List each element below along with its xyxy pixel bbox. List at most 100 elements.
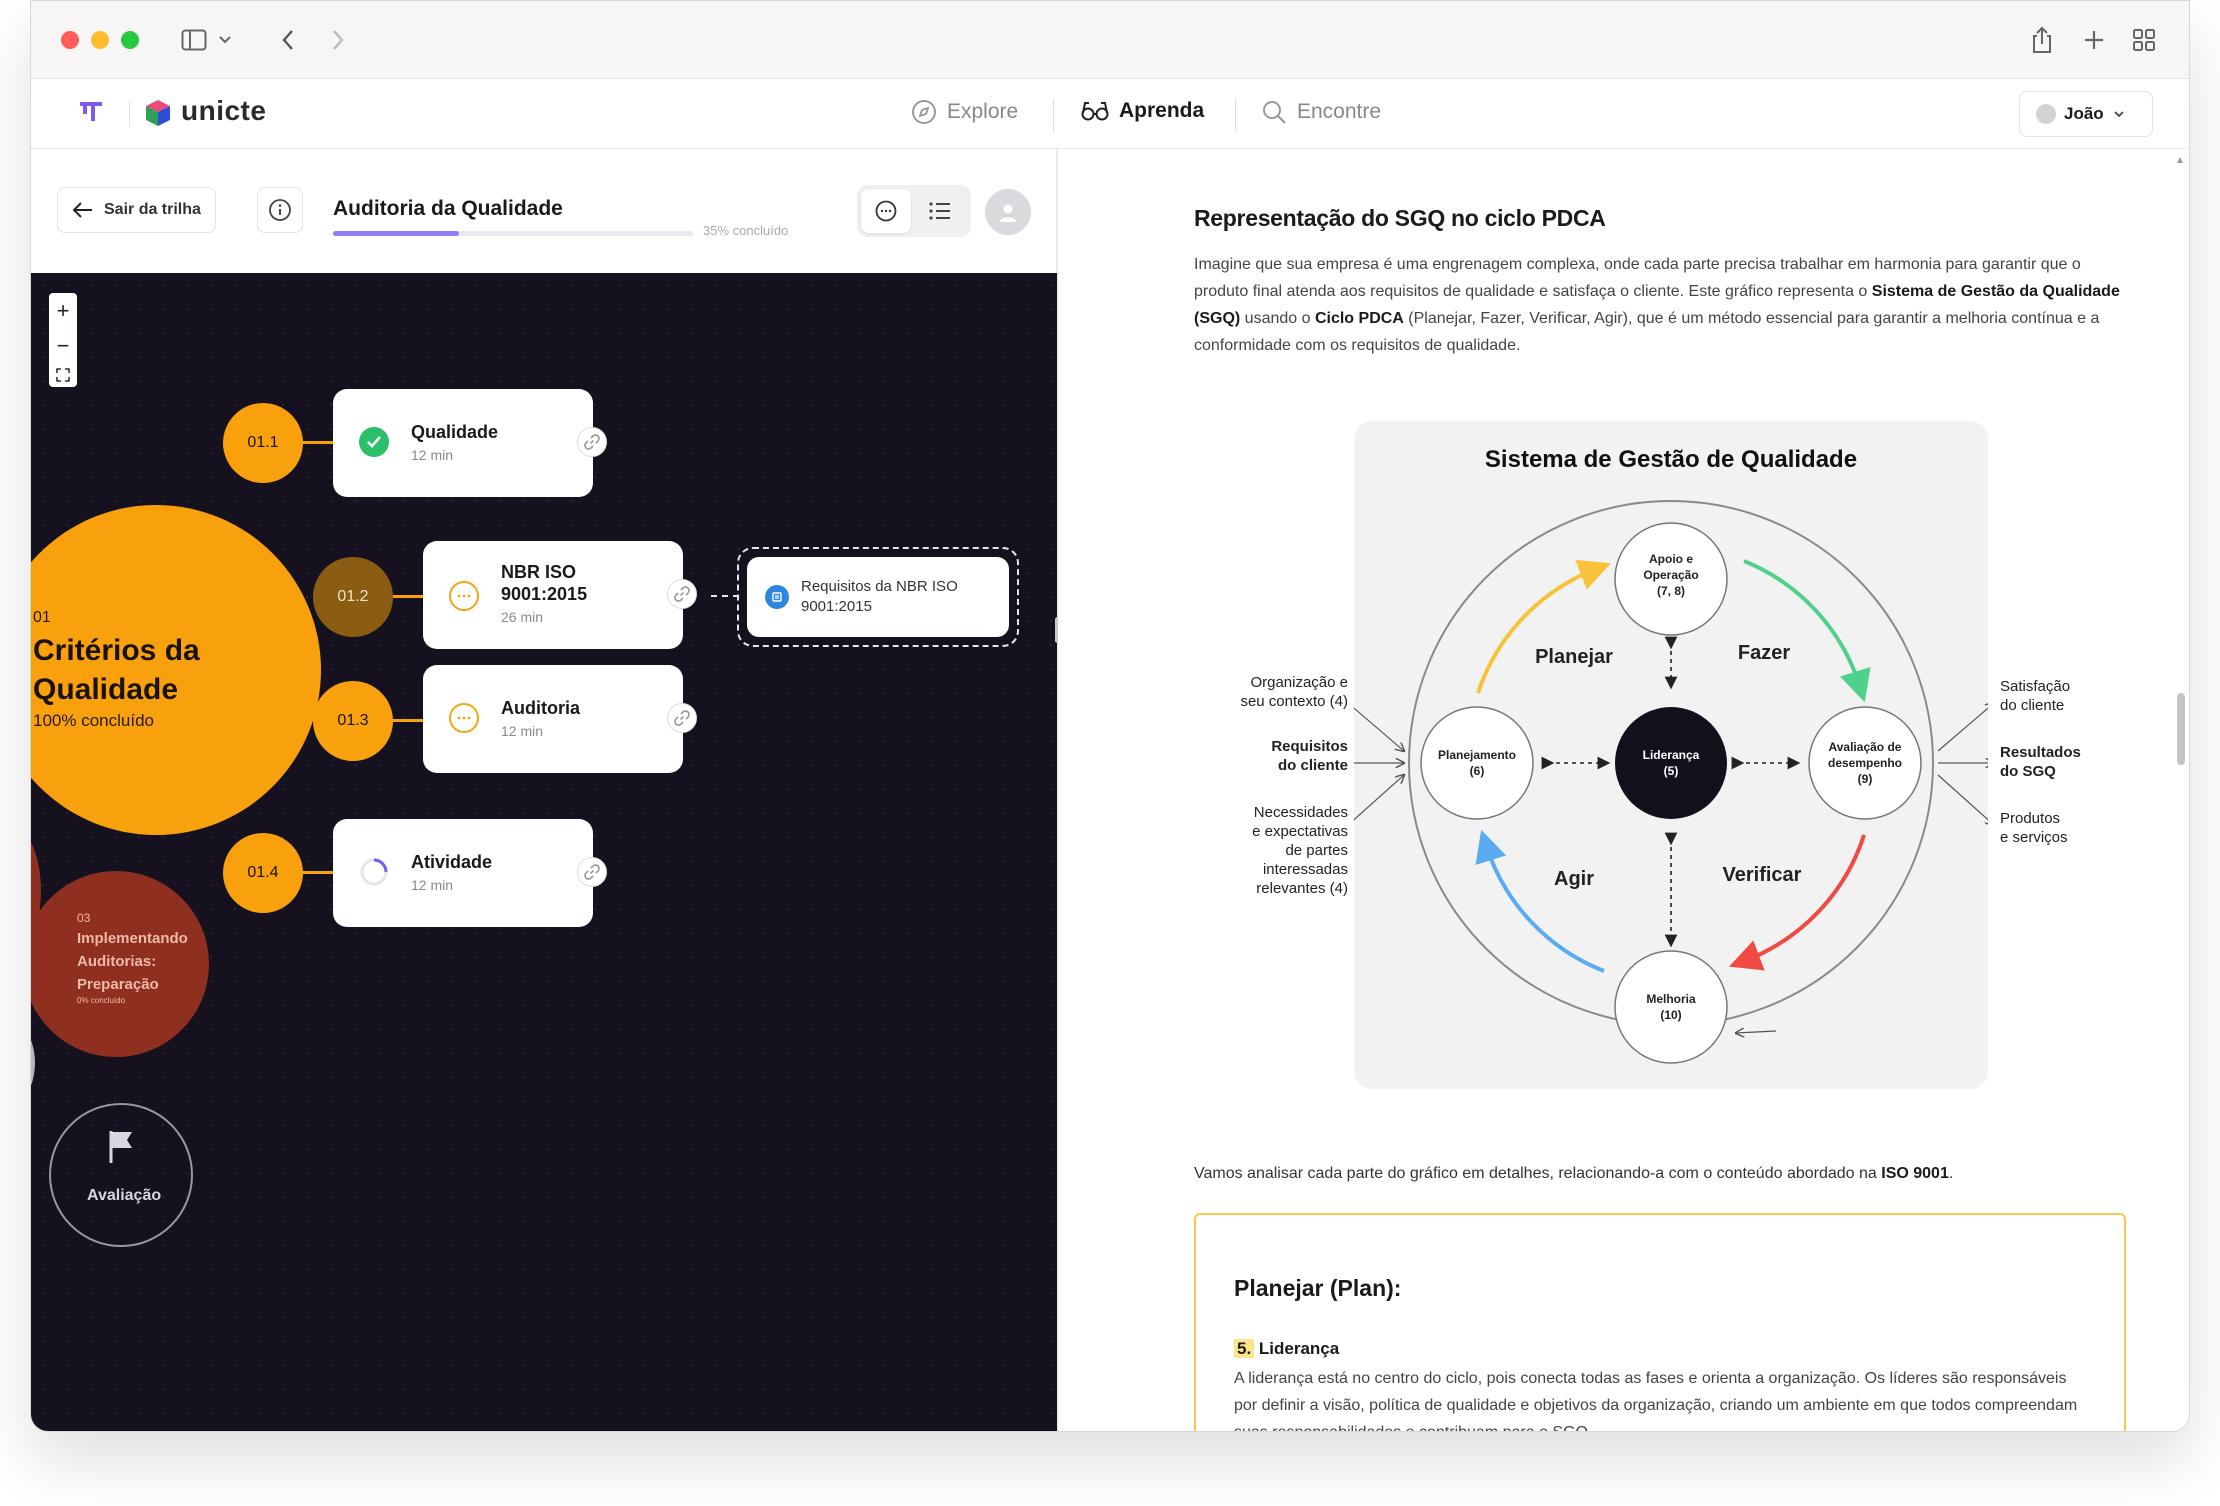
module-title-line: Preparação <box>77 976 159 993</box>
input-label: Necessidades <box>1254 804 1348 821</box>
chevron-down-icon <box>2114 111 2124 118</box>
course-title: Auditoria da Qualidade <box>333 197 563 220</box>
user-icon <box>999 204 1017 222</box>
input-label: relevantes (4) <box>1256 880 1348 897</box>
lesson-card-atividade[interactable]: Atividade 12 min <box>333 819 607 927</box>
module-title-line: Critérios da <box>33 634 200 667</box>
module-code: 03 <box>77 911 91 925</box>
zoom-window-button[interactable] <box>121 31 139 49</box>
scroll-up-arrow[interactable]: ▲ <box>2175 155 2185 166</box>
lesson-duration: 12 min <box>411 447 454 463</box>
lesson-card-qualidade[interactable]: Qualidade 12 min <box>333 389 607 497</box>
info-icon <box>269 199 291 221</box>
lesson-card-nbr-iso[interactable]: NBR ISO 9001:2015 26 min <box>423 541 697 649</box>
plan-item-number: 5. <box>1234 1339 1255 1358</box>
input-label: e expectativas <box>1252 823 1348 840</box>
user-avatar-icon <box>2036 104 2056 124</box>
analysis-text: . <box>1948 1165 1954 1182</box>
module-secondary-text: 03 Implementando Auditorias: Preparação … <box>77 911 188 1005</box>
attachment-title-line: 9001:2015 <box>801 598 872 615</box>
input-label: Requisitos <box>1271 738 1348 755</box>
lesson-duration: 12 min <box>501 723 544 739</box>
user-name: João <box>2064 104 2104 123</box>
zoom-out-button[interactable]: − <box>57 333 70 359</box>
support-label: Operação <box>1643 568 1698 582</box>
info-button[interactable] <box>257 187 303 233</box>
content-scrollbar[interactable] <box>2177 693 2185 765</box>
module-code: 01 <box>33 609 51 626</box>
trail-map-canvas[interactable]: + − 01 Critérios da Qualidade 100% concl… <box>31 273 1057 1431</box>
course-progress-fill <box>333 231 459 236</box>
close-window-button[interactable] <box>61 31 79 49</box>
minimize-window-button[interactable] <box>91 31 109 49</box>
attachment-title: Requisitos da NBR ISO 9001:2015 <box>801 577 958 617</box>
chevron-down-icon[interactable] <box>215 23 235 57</box>
nav-aprenda[interactable]: Aprenda <box>1081 99 1204 123</box>
lesson-number: 01.1 <box>223 403 303 483</box>
sidebar-toggle-icon[interactable] <box>179 23 209 57</box>
input-label: Organização e <box>1250 674 1348 691</box>
output-label: e serviços <box>2000 829 2068 846</box>
intro-paragraph: Imagine que sua empresa é uma engrenagem… <box>1194 251 2134 359</box>
leadership-label: Liderança <box>1643 748 1700 762</box>
leadership-label: (5) <box>1664 764 1679 778</box>
zoom-in-button[interactable]: + <box>57 298 70 324</box>
output-line <box>1937 774 1988 825</box>
act-label: Agir <box>1554 868 1594 890</box>
improvement-label: Melhoria <box>1646 992 1696 1006</box>
diagram-inputs: Organização e seu contexto (4) Requisito… <box>1240 674 1348 897</box>
lesson-number: 01.4 <box>223 833 303 913</box>
pending-circle-icon <box>449 703 479 733</box>
lesson-card-auditoria[interactable]: Auditoria 12 min <box>423 665 697 773</box>
link-icon[interactable] <box>577 857 607 887</box>
app-header: unicte Explore Aprenda Encontre João <box>31 79 2189 149</box>
list-icon <box>929 202 950 220</box>
nav-encontre[interactable]: Encontre <box>1261 99 1381 125</box>
fit-view-icon[interactable] <box>56 368 70 383</box>
map-view-button[interactable] <box>861 189 911 233</box>
tab-overview-icon[interactable] <box>2129 23 2159 57</box>
diagram-title: Sistema de Gestão de Qualidade <box>1485 446 1857 473</box>
lesson-title: NBR ISO 9001:2015 <box>501 561 587 605</box>
evaluation-node[interactable] <box>49 1103 193 1247</box>
brand-name[interactable]: unicte <box>181 95 266 127</box>
output-line <box>1937 703 1988 752</box>
browser-toolbar <box>31 1 2189 79</box>
support-label: (7, 8) <box>1657 584 1685 598</box>
forward-arrow-icon[interactable] <box>323 23 353 57</box>
plan-section-title: Planejar (Plan): <box>1234 1275 1402 1301</box>
view-toggle <box>857 185 971 237</box>
planning-label: Planejamento <box>1438 748 1516 762</box>
link-icon[interactable] <box>667 703 697 733</box>
output-label: do SGQ <box>2000 763 2056 780</box>
attachment-card[interactable]: Requisitos da NBR ISO 9001:2015 <box>747 557 1009 637</box>
link-icon[interactable] <box>577 427 607 457</box>
document-icon <box>765 585 789 609</box>
user-menu-button[interactable]: João <box>2019 91 2153 137</box>
unicte-logo-icon[interactable] <box>145 99 171 127</box>
arrow-left-icon <box>72 202 92 218</box>
pdca-diagram-card: Sistema de Gestão de Qualidade Liderança… <box>1347 421 1988 1089</box>
profile-avatar[interactable] <box>985 189 1031 235</box>
module-node-partial[interactable] <box>31 1013 35 1113</box>
check-arrow <box>1729 834 1866 971</box>
partner-logo-icon <box>80 102 102 121</box>
attachment-title-line: Requisitos da NBR ISO <box>801 578 958 595</box>
list-view-button[interactable] <box>915 189 965 233</box>
share-icon[interactable] <box>2027 23 2057 57</box>
exit-trail-button[interactable]: Sair da trilha <box>57 187 216 233</box>
module-title-line: Qualidade <box>33 673 179 706</box>
lesson-title: Atividade <box>411 852 493 872</box>
module-title-line: Implementando <box>77 930 188 947</box>
module-title-line: Auditorias: <box>77 953 157 970</box>
nav-explore[interactable]: Explore <box>911 99 1018 125</box>
nav-aprenda-label: Aprenda <box>1119 99 1205 122</box>
performance-label: desempenho <box>1828 756 1902 770</box>
back-arrow-icon[interactable] <box>273 23 303 57</box>
lesson-number: 01.2 <box>313 557 393 637</box>
nav-divider <box>1235 99 1236 131</box>
link-icon[interactable] <box>667 579 697 609</box>
module-title: Critérios da Qualidade <box>33 631 200 709</box>
compass-icon <box>912 100 936 124</box>
new-tab-icon[interactable] <box>2079 23 2109 57</box>
